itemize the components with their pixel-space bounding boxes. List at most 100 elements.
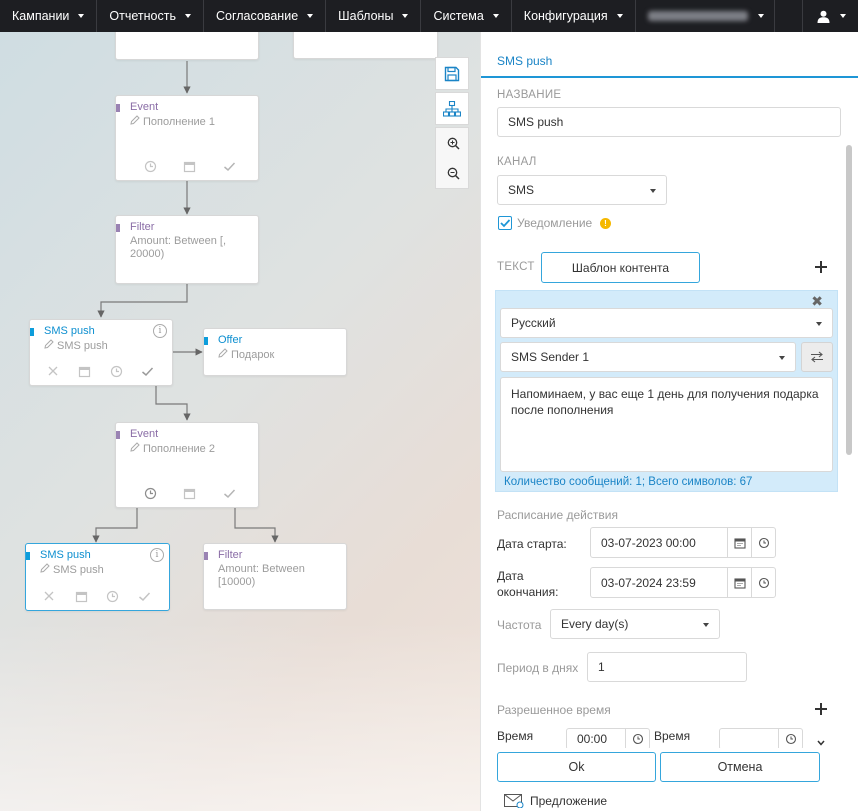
clock-icon[interactable] xyxy=(751,528,775,557)
flow-node-filter[interactable]: Filter Amount: Between [10000) xyxy=(203,543,347,610)
flow-node-sms-push[interactable]: SMS push i SMS push xyxy=(29,319,173,386)
zoom-out-button[interactable] xyxy=(436,158,470,188)
nav-environment-selector[interactable] xyxy=(636,0,775,32)
end-date-input[interactable]: 03-07-2024 23:59 xyxy=(590,567,776,598)
time-from-input[interactable]: 00:00 xyxy=(566,728,650,750)
ok-button[interactable]: Ok xyxy=(497,752,656,782)
add-time-icon[interactable] xyxy=(815,703,827,715)
start-date-label: Дата старта: xyxy=(497,537,567,551)
zoom-out-icon xyxy=(447,167,460,180)
info-icon[interactable]: i xyxy=(153,324,167,338)
panel-header: SMS push xyxy=(481,32,858,78)
node-type: SMS push xyxy=(44,325,95,337)
message-text: Напоминаем, у вас еще 1 день для получен… xyxy=(511,387,822,417)
cancel-button[interactable]: Отмена xyxy=(660,752,820,782)
node-subtitle-text: SMS push xyxy=(53,564,104,576)
swap-sender-button[interactable] xyxy=(801,342,833,372)
calendar-icon[interactable] xyxy=(183,487,197,501)
warning-icon[interactable]: ! xyxy=(600,218,611,229)
nav-system[interactable]: Система xyxy=(421,0,512,32)
flow-node-partial[interactable] xyxy=(293,32,438,59)
end-date-label: Дата xyxy=(497,569,524,583)
nav-label: Отчетность xyxy=(109,9,176,23)
clock-icon[interactable] xyxy=(110,365,124,379)
start-date-input[interactable]: 03-07-2023 00:00 xyxy=(590,527,776,558)
save-button[interactable] xyxy=(435,57,469,90)
nav-templates[interactable]: Шаблоны xyxy=(326,0,422,32)
panel-scrollbar[interactable] xyxy=(846,145,852,455)
name-input[interactable]: SMS push xyxy=(497,107,841,137)
node-type: SMS push xyxy=(40,549,91,561)
close-icon[interactable] xyxy=(43,590,57,604)
period-input[interactable]: 1 xyxy=(587,652,747,682)
nav-label: Конфигурация xyxy=(523,9,608,23)
frequency-select[interactable]: Every day(s) xyxy=(550,609,720,639)
flow-node-event[interactable]: Event Пополнение 1 xyxy=(115,95,259,181)
caret-down-icon xyxy=(816,322,822,326)
nav-configuration[interactable]: Конфигурация xyxy=(512,0,636,32)
calendar-icon[interactable] xyxy=(183,160,197,174)
node-subtitle: Подарок xyxy=(218,348,274,362)
period-label: Период в днях xyxy=(497,661,579,675)
calendar-icon[interactable] xyxy=(78,365,92,379)
chevron-down-icon[interactable] xyxy=(817,740,825,746)
nav-label: Система xyxy=(433,9,484,23)
node-type: Filter xyxy=(218,549,243,561)
start-date-value: 03-07-2023 00:00 xyxy=(601,535,696,550)
node-marker xyxy=(26,552,30,560)
name-input-value: SMS push xyxy=(508,115,564,129)
hierarchy-button[interactable] xyxy=(435,92,469,125)
nav-label: Согласование xyxy=(216,9,299,23)
notify-label: Уведомление xyxy=(517,216,593,230)
nav-approval[interactable]: Согласование xyxy=(204,0,327,32)
node-subtitle: Amount: Between [, 20000) xyxy=(130,235,226,260)
check-icon[interactable] xyxy=(141,365,155,379)
content-template-button[interactable]: Шаблон контента xyxy=(541,252,700,283)
flow-node-sms-push-selected[interactable]: SMS push i SMS push xyxy=(25,543,170,611)
flow-node-partial[interactable] xyxy=(115,32,259,60)
clock-icon[interactable] xyxy=(106,590,120,604)
nav-campaigns[interactable]: Кампании xyxy=(0,0,98,32)
language-select[interactable]: Русский xyxy=(500,308,833,338)
calendar-icon[interactable] xyxy=(727,568,751,597)
check-icon[interactable] xyxy=(223,160,237,174)
node-marker xyxy=(116,431,120,439)
message-textarea[interactable]: Напоминаем, у вас еще 1 день для получен… xyxy=(500,377,833,472)
node-subtitle: SMS push xyxy=(40,563,104,577)
caret-down-icon xyxy=(840,14,846,18)
link xyxy=(97,284,188,318)
user-icon xyxy=(817,10,830,23)
offer-link[interactable]: Предложение xyxy=(504,794,607,808)
add-text-icon[interactable] xyxy=(815,261,827,273)
notify-checkbox[interactable] xyxy=(498,216,512,230)
clock-icon[interactable] xyxy=(751,568,775,597)
info-icon[interactable]: i xyxy=(150,548,164,562)
flow-node-event[interactable]: Event Пополнение 2 xyxy=(115,422,259,508)
channel-select[interactable]: SMS xyxy=(497,175,667,205)
offer-label: Предложение xyxy=(530,794,608,808)
time-label: Время xyxy=(497,729,534,743)
node-subtitle: Пополнение 2 xyxy=(130,442,215,456)
zoom-in-button[interactable] xyxy=(436,128,470,158)
clock-icon[interactable] xyxy=(144,160,158,174)
flow-node-offer[interactable]: Offer Подарок xyxy=(203,328,347,376)
node-marker xyxy=(116,104,120,112)
clock-icon[interactable] xyxy=(144,487,158,501)
name-label: НАЗВАНИЕ xyxy=(497,89,562,101)
close-icon[interactable] xyxy=(47,365,61,379)
envelope-icon xyxy=(504,794,524,808)
check-icon[interactable] xyxy=(223,487,237,501)
clock-icon[interactable] xyxy=(625,729,649,749)
nav-reports[interactable]: Отчетность xyxy=(97,0,204,32)
calendar-icon[interactable] xyxy=(75,590,89,604)
user-menu[interactable] xyxy=(802,0,858,32)
flow-node-filter[interactable]: Filter Amount: Between [, 20000) xyxy=(115,215,259,284)
time-to-input[interactable] xyxy=(719,728,803,750)
clock-icon[interactable] xyxy=(778,729,802,749)
node-subtitle: Пополнение 1 xyxy=(130,115,215,129)
flow-canvas[interactable]: Event Пополнение 1 Filter Amount: Betwee… xyxy=(0,32,480,811)
cancel-label: Отмена xyxy=(717,760,763,774)
calendar-icon[interactable] xyxy=(727,528,751,557)
check-icon[interactable] xyxy=(138,590,152,604)
sender-select[interactable]: SMS Sender 1 xyxy=(500,342,796,372)
